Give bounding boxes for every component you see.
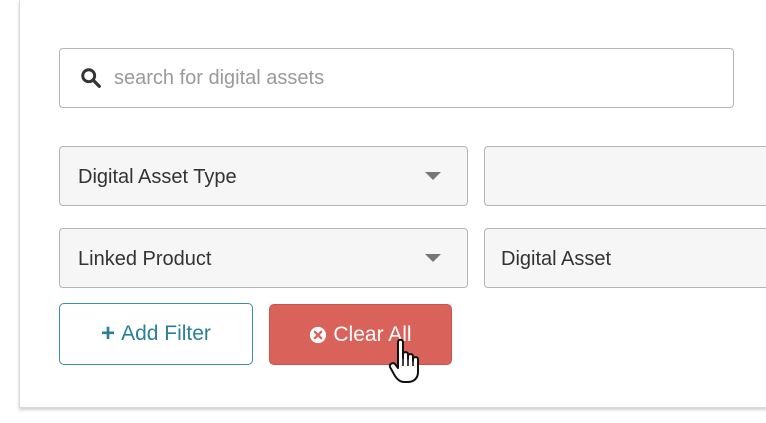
filter-value-input-2[interactable]: Digital Asset (484, 228, 766, 288)
chevron-down-icon (425, 172, 441, 180)
filter-field-label: Linked Product (78, 248, 212, 270)
times-circle-icon (310, 326, 327, 343)
hand-pointer-icon (388, 338, 419, 383)
filter-value-input-1[interactable] (484, 146, 766, 206)
filter-value-label: Digital Asset (501, 248, 612, 270)
filter-field-select-2[interactable]: Linked Product (59, 228, 468, 288)
filter-field-label: Digital Asset Type (78, 166, 237, 188)
search-placeholder: search for digital assets (114, 67, 325, 89)
plus-icon: + (101, 320, 116, 347)
search-icon (81, 68, 101, 88)
filter-field-select-1[interactable]: Digital Asset Type (59, 146, 468, 206)
add-filter-label: Add Filter (121, 322, 211, 345)
search-input[interactable]: search for digital assets (59, 48, 734, 108)
chevron-down-icon (425, 254, 441, 262)
add-filter-button[interactable]: + Add Filter (59, 303, 253, 365)
